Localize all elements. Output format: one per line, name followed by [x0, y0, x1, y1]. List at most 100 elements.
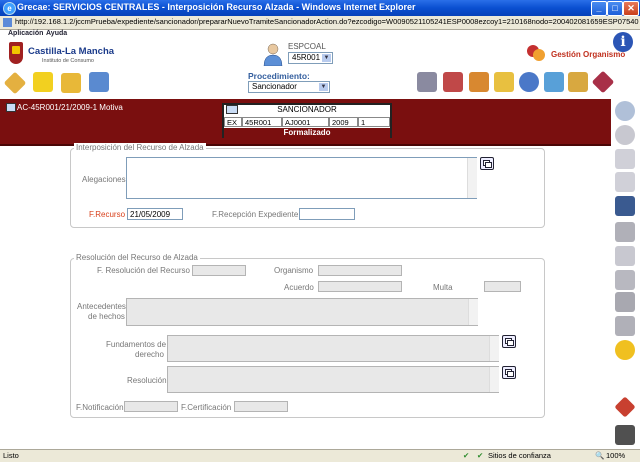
lock-icon: ✔: [463, 451, 470, 460]
alegaciones-scrollbar[interactable]: [467, 158, 477, 198]
address-url[interactable]: http://192.168.1.2/jccmPrueba/expediente…: [15, 17, 639, 26]
ie-icon: e: [3, 2, 16, 15]
attach-icon[interactable]: [615, 270, 635, 290]
organization-icon: [527, 45, 545, 61]
procedure-select-value: Sancionador: [252, 82, 297, 91]
chevron-down-icon: ▼: [322, 54, 331, 62]
folder-icon[interactable]: [61, 73, 81, 93]
page-icon[interactable]: [615, 149, 635, 169]
window-title-bar: e Grecae: SERVICIOS CENTRALES - Interpos…: [0, 0, 640, 16]
fresolucion-input: [192, 265, 246, 276]
print-preview-icon[interactable]: [615, 246, 635, 266]
resolucion-scrollbar: [489, 367, 499, 392]
menu-aplicacion[interactable]: Aplicación: [8, 30, 43, 37]
close-button[interactable]: ✕: [623, 1, 639, 16]
sancionador-title: SANCIONADOR: [277, 105, 337, 114]
status-badge: Formalizado: [224, 128, 390, 138]
document-icon[interactable]: [494, 72, 514, 92]
organismo-label: Organismo: [274, 266, 314, 275]
user-select[interactable]: 45R001 ▼: [288, 52, 333, 64]
search-doc-icon[interactable]: [544, 72, 564, 92]
cut-icon[interactable]: [615, 222, 635, 242]
info-icon[interactable]: i: [613, 32, 633, 52]
back-icon[interactable]: [615, 125, 635, 145]
cell-office: 45R001: [242, 117, 282, 127]
menu-ayuda[interactable]: Ayuda: [46, 30, 67, 37]
procedure-label: Procedimiento:: [248, 71, 310, 81]
fnotificacion-input: [124, 401, 178, 412]
interposicion-legend: Interposición del Recurso de Alzada: [74, 143, 206, 152]
frecepcion-label: F.Recepción Expediente: [212, 210, 299, 219]
archive-icon[interactable]: [469, 72, 489, 92]
edit-icon[interactable]: [3, 71, 27, 95]
status-bar: Listo ✔ ✔ Sitios de confianza 🔍 100%: [0, 449, 640, 462]
organismo-input: [318, 265, 402, 276]
user-icon: [263, 43, 283, 66]
menu-bar: Aplicación Ayuda: [0, 30, 640, 39]
copy-icon[interactable]: [502, 335, 516, 348]
tools-icon[interactable]: [568, 72, 588, 92]
frecurso-input[interactable]: 21/05/2009: [127, 208, 183, 220]
zoom-level[interactable]: 100%: [606, 451, 625, 460]
alegaciones-label: Alegaciones: [82, 175, 126, 184]
frecurso-label: F.Recurso: [89, 210, 126, 219]
logo-subtitle: Instituto de Consumo: [42, 58, 94, 64]
acuerdo-input: [318, 281, 402, 292]
cell-type: EX: [224, 117, 242, 127]
fundamentos-label-1: Fundamentos de: [106, 340, 167, 349]
exit-icon[interactable]: [615, 425, 635, 445]
cell-code: AJ0001: [282, 117, 329, 127]
fundamentos-label-2: derecho: [135, 350, 164, 359]
minimize-button[interactable]: _: [591, 1, 607, 16]
cell-number: 1: [358, 117, 390, 127]
note-icon[interactable]: [33, 72, 53, 92]
frecepcion-input[interactable]: [299, 208, 355, 220]
user-select-value: 45R001: [292, 53, 321, 62]
zoom-status-icon: 🔍: [595, 451, 605, 460]
status-text: Listo: [3, 451, 19, 460]
user-label: ESPCOAL: [288, 42, 326, 51]
window-title: Grecae: SERVICIOS CENTRALES - Interposic…: [17, 2, 416, 12]
crest-logo-icon: [9, 42, 23, 64]
copy-icon[interactable]: [480, 157, 494, 170]
multa-input: [484, 281, 521, 292]
stack-icon[interactable]: [615, 292, 635, 312]
zoom-icon[interactable]: [615, 101, 635, 121]
expedient-title: AC-45R001/21/2009-1 Motiva: [17, 103, 123, 112]
settings-icon[interactable]: [615, 340, 635, 360]
fcertificacion-input: [234, 401, 288, 412]
multa-label: Multa: [433, 283, 453, 292]
resolucion-textarea: [167, 366, 499, 393]
security-zone[interactable]: Sitios de confianza: [488, 451, 551, 460]
copy-icon[interactable]: [502, 366, 516, 379]
antecedentes-label-2: de hechos: [88, 312, 125, 321]
trusted-icon: ✔: [477, 451, 484, 460]
alegaciones-textarea[interactable]: [126, 157, 477, 199]
bookmark-icon[interactable]: [591, 70, 615, 94]
laptop-icon[interactable]: [417, 72, 437, 92]
address-bar[interactable]: http://192.168.1.2/jccmPrueba/expediente…: [0, 16, 640, 30]
chevron-down-icon: ▼: [319, 83, 328, 91]
antecedentes-textarea: [126, 298, 478, 326]
antecedentes-label-1: Antecedentes: [77, 302, 126, 311]
logo-name: Castilla-La Mancha: [28, 46, 115, 57]
globe-icon[interactable]: [519, 72, 539, 92]
fnotificacion-label: F.Notificación: [76, 403, 124, 412]
org-link[interactable]: Gestión Organismo: [551, 50, 625, 59]
books-icon[interactable]: [443, 72, 463, 92]
resolucion-label: Resolución: [127, 376, 167, 385]
cell-year: 2009: [329, 117, 358, 127]
fundamentos-textarea: [167, 335, 499, 362]
page-icon: [3, 18, 12, 27]
database-icon[interactable]: [89, 72, 109, 92]
printer-icon[interactable]: [615, 316, 635, 336]
resolucion-legend: Resolución del Recurso de Alzada: [74, 253, 200, 262]
fcertificacion-label: F.Certificación: [181, 403, 232, 412]
save-icon[interactable]: [615, 196, 635, 216]
window-icon: [6, 103, 16, 112]
maximize-button[interactable]: □: [607, 1, 623, 16]
acuerdo-label: Acuerdo: [284, 283, 314, 292]
procedure-select[interactable]: Sancionador ▼: [248, 81, 330, 93]
antecedentes-scrollbar: [468, 299, 478, 325]
copy-page-icon[interactable]: [615, 172, 635, 192]
